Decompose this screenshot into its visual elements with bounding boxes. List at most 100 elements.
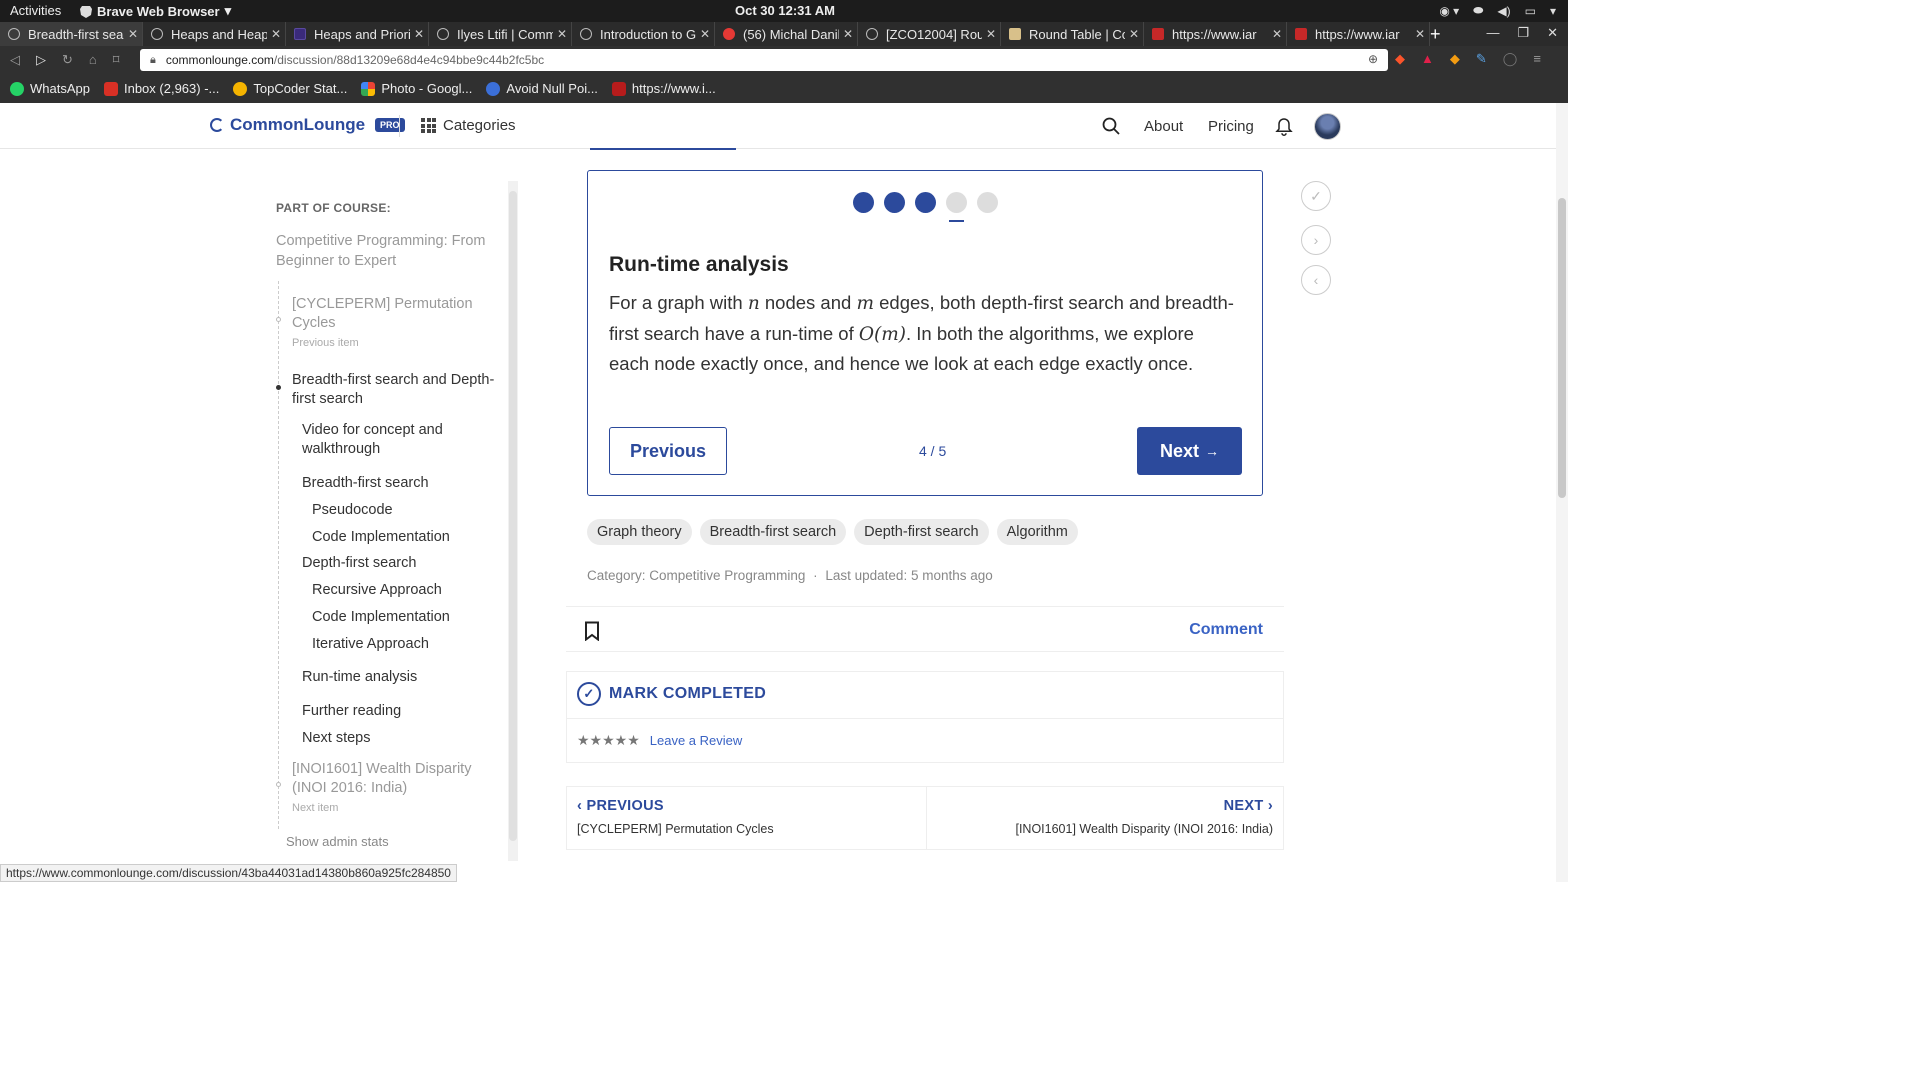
close-tab-icon[interactable]: ✕ <box>267 27 285 41</box>
outline-video[interactable]: Video for concept and walkthrough <box>302 421 472 459</box>
battery-icon[interactable]: ▭ <box>1525 4 1536 18</box>
address-bar[interactable]: 🔒︎ commonlounge.com/discussion/88d13209e… <box>140 49 1388 71</box>
tag-algorithm[interactable]: Algorithm <box>996 519 1078 545</box>
tag-bfs[interactable]: Breadth-first search <box>699 519 847 545</box>
close-tab-icon[interactable]: ✕ <box>1125 27 1143 41</box>
outline-iterative[interactable]: Iterative Approach <box>312 635 429 654</box>
system-tray[interactable]: ◉ ▾ ⬬ ◀) ▭ ▾ <box>1439 3 1556 18</box>
progress-dot-3[interactable] <box>915 192 936 213</box>
tag-dfs[interactable]: Depth-first search <box>854 519 989 545</box>
close-tab-icon[interactable]: ✕ <box>410 27 428 41</box>
zoom-icon[interactable]: ⊕ <box>1368 52 1378 66</box>
close-tab-icon[interactable]: ✕ <box>839 27 857 41</box>
show-admin-stats-link[interactable]: Show admin stats <box>286 834 389 849</box>
bookmark-avoid-null[interactable]: Avoid Null Poi... <box>486 81 598 96</box>
activities-button[interactable]: Activities <box>10 3 61 18</box>
search-icon[interactable] <box>1102 117 1120 140</box>
tab-3[interactable]: Ilyes Ltifi | Comm ✕ <box>429 22 572 46</box>
outline-pseudocode[interactable]: Pseudocode <box>312 501 393 520</box>
course-title-link[interactable]: Competitive Programming: From Beginner t… <box>276 231 496 271</box>
outline-runtime[interactable]: Run-time analysis <box>302 668 417 687</box>
forward-icon[interactable]: ▷ <box>36 52 46 68</box>
extension-icon[interactable]: ◆ <box>1450 51 1460 67</box>
tab-1[interactable]: Heaps and Heap ✕ <box>143 22 286 46</box>
progress-dot-1[interactable] <box>853 192 874 213</box>
page-scrollbar[interactable] <box>1556 103 1568 882</box>
sidebar-scroll-thumb[interactable] <box>509 191 517 841</box>
power-menu-icon[interactable]: ▾ <box>1550 4 1556 18</box>
bookmark-photos[interactable]: Photo - Googl... <box>361 81 472 96</box>
close-tab-icon[interactable]: ✕ <box>1268 27 1286 41</box>
home-icon[interactable]: ⌂ <box>89 52 97 68</box>
minimize-icon[interactable]: — <box>1486 25 1499 41</box>
reload-icon[interactable]: ↻ <box>62 52 73 68</box>
accessibility-icon[interactable]: ◉ ▾ <box>1439 4 1459 18</box>
avatar[interactable] <box>1314 113 1341 140</box>
bookmark-topcoder[interactable]: TopCoder Stat... <box>233 81 347 96</box>
extension-pen-icon[interactable]: ✎ <box>1476 51 1487 67</box>
current-item[interactable]: Breadth-first search and Depth-first sea… <box>292 371 497 409</box>
clock[interactable]: Oct 30 12:31 AM <box>735 3 835 18</box>
outline-dfs-code[interactable]: Code Implementation <box>312 608 450 627</box>
back-icon[interactable]: ◁ <box>10 52 20 68</box>
outline-dfs[interactable]: Depth-first search <box>302 554 416 573</box>
chevron-left-icon[interactable]: ‹ <box>1301 265 1331 295</box>
network-icon[interactable]: ⬬ <box>1473 3 1483 18</box>
bookmark-iarcs[interactable]: https://www.i... <box>611 81 716 96</box>
menu-icon[interactable]: ≡ <box>1533 51 1541 67</box>
chevron-right-icon[interactable]: › <box>1301 225 1331 255</box>
tag-graph-theory[interactable]: Graph theory <box>587 519 692 545</box>
volume-icon[interactable]: ◀) <box>1497 4 1510 18</box>
category-link[interactable]: Category: Competitive Programming <box>587 568 805 583</box>
outline-next-steps[interactable]: Next steps <box>302 729 371 748</box>
close-tab-icon[interactable]: ✕ <box>124 27 142 41</box>
close-tab-icon[interactable]: ✕ <box>553 27 571 41</box>
commonlounge-logo[interactable]: CommonLounge PRO <box>210 115 405 135</box>
close-tab-icon[interactable]: ✕ <box>696 27 714 41</box>
bookmark-whatsapp[interactable]: WhatsApp <box>10 81 90 96</box>
progress-dot-4[interactable] <box>946 192 967 222</box>
categories-menu[interactable]: Categories <box>421 117 516 134</box>
next-button[interactable]: Next → <box>1137 427 1242 475</box>
outline-bfs[interactable]: Breadth-first search <box>302 474 429 493</box>
close-window-icon[interactable]: ✕ <box>1547 25 1558 41</box>
brave-shields-icon[interactable]: ◆ <box>1395 51 1405 67</box>
app-menu[interactable]: Brave Web Browser ▾ <box>80 3 231 19</box>
maximize-icon[interactable]: ❐ <box>1517 25 1529 41</box>
comment-button[interactable]: Comment <box>1189 621 1263 639</box>
leave-review-link[interactable]: Leave a Review <box>650 733 743 748</box>
tab-7[interactable]: Round Table | Co ✕ <box>1001 22 1144 46</box>
lock-icon[interactable]: 🔒︎ <box>150 54 156 67</box>
previous-button[interactable]: Previous <box>609 427 727 475</box>
bookmark-inbox[interactable]: Inbox (2,963) -... <box>103 81 219 96</box>
previous-article-link[interactable]: ‹ PREVIOUS [CYCLEPERM] Permutation Cycle… <box>577 798 774 836</box>
brave-rewards-icon[interactable]: ▲ <box>1421 51 1434 67</box>
close-tab-icon[interactable]: ✕ <box>1411 27 1429 41</box>
tab-9[interactable]: https://www.iar ✕ <box>1287 22 1430 46</box>
new-tab-icon[interactable]: + <box>1430 24 1441 45</box>
page-scroll-thumb[interactable] <box>1558 198 1566 498</box>
tab-0[interactable]: Breadth-first sea ✕ <box>0 22 143 46</box>
bell-icon[interactable] <box>1275 117 1293 141</box>
progress-dot-2[interactable] <box>884 192 905 213</box>
tab-8[interactable]: https://www.iar ✕ <box>1144 22 1287 46</box>
bookmark-page-icon[interactable]: ⌑ <box>113 52 120 68</box>
progress-dot-5[interactable] <box>977 192 998 213</box>
about-link[interactable]: About <box>1144 118 1183 135</box>
star-rating[interactable]: ★★★★★ <box>577 732 640 749</box>
sidebar-scrollbar[interactable] <box>508 181 518 861</box>
bookmark-icon[interactable] <box>584 621 600 646</box>
outline-recursive[interactable]: Recursive Approach <box>312 581 442 600</box>
tab-2[interactable]: Heaps and Priorit ✕ <box>286 22 429 46</box>
tab-4[interactable]: Introduction to G ✕ <box>572 22 715 46</box>
close-tab-icon[interactable]: ✕ <box>982 27 1000 41</box>
outline-bfs-code[interactable]: Code Implementation <box>312 528 450 547</box>
mark-completed-button[interactable]: ✓ MARK COMPLETED <box>577 682 766 706</box>
previous-item-link[interactable]: [CYCLEPERM] Permutation Cycles <box>292 295 492 333</box>
next-item-link[interactable]: [INOI1601] Wealth Disparity (INOI 2016: … <box>292 760 502 798</box>
outline-further-reading[interactable]: Further reading <box>302 702 401 721</box>
pricing-link[interactable]: Pricing <box>1208 118 1254 135</box>
check-icon[interactable]: ✓ <box>1301 181 1331 211</box>
profile-icon[interactable]: ◯ <box>1503 51 1518 67</box>
tab-6[interactable]: [ZCO12004] Roun ✕ <box>858 22 1001 46</box>
